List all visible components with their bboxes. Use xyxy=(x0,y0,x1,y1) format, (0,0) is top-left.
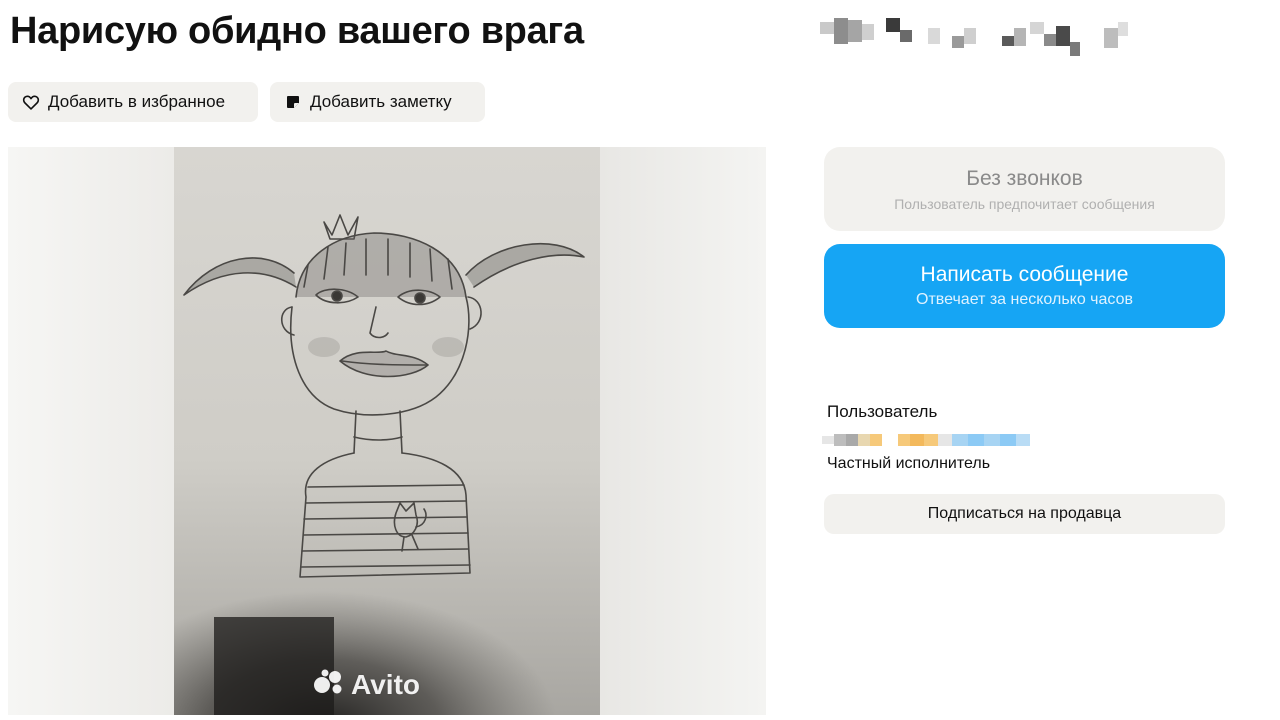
price-redacted xyxy=(820,16,1140,60)
heart-icon xyxy=(22,93,40,111)
seller-name-redacted[interactable] xyxy=(822,434,1030,446)
listing-title: Нарисую обидно вашего врага xyxy=(10,10,584,52)
write-message-subtitle: Отвечает за несколько часов xyxy=(916,291,1133,308)
photo-backdrop-left xyxy=(8,147,174,715)
note-icon xyxy=(284,93,302,111)
drawing-photo: Avito xyxy=(174,147,600,715)
listing-photo[interactable]: Avito xyxy=(8,147,766,715)
subscribe-seller-button[interactable]: Подписаться на продавца xyxy=(824,494,1225,534)
add-to-favorites-button[interactable]: Добавить в избранное xyxy=(8,82,258,122)
add-to-favorites-label: Добавить в избранное xyxy=(48,92,226,111)
subscribe-seller-label: Подписаться на продавца xyxy=(927,505,1122,522)
write-message-title: Написать сообщение xyxy=(920,263,1129,286)
avito-logo-icon xyxy=(313,668,347,701)
add-note-button[interactable]: Добавить заметку xyxy=(270,82,485,122)
avito-watermark: Avito xyxy=(313,668,420,701)
write-message-button[interactable]: Написать сообщение Отвечает за несколько… xyxy=(824,244,1225,328)
photo-backdrop-right xyxy=(600,147,766,715)
no-calls-title: Без звонков xyxy=(966,166,1083,190)
avito-watermark-text: Avito xyxy=(351,668,420,700)
seller-role: Пользователь xyxy=(827,402,938,421)
no-calls-subtitle: Пользователь предпочитает сообщения xyxy=(894,195,1155,212)
add-note-label: Добавить заметку xyxy=(310,92,452,111)
no-calls-notice: Без звонков Пользователь предпочитает со… xyxy=(824,147,1225,231)
seller-type: Частный исполнитель xyxy=(827,455,991,472)
